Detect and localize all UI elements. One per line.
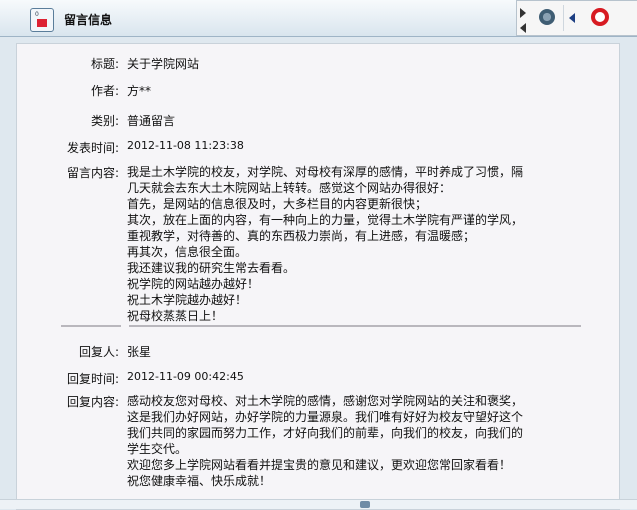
category-value: 普通留言 xyxy=(127,114,176,128)
reply-content: 感动校友您对母校、对土木学院的感情，感谢您对学院网站的关注和褒奖， 这是我们办好… xyxy=(127,393,523,489)
message-line: 再其次，信息很全面。 xyxy=(127,245,248,259)
back-icon[interactable] xyxy=(569,13,575,23)
replier-label: 回复人: xyxy=(78,345,119,359)
reply-line: 祝您健康幸福、快乐成就！ xyxy=(127,474,272,488)
message-line: 其次，放在上面的内容，有一种向上的力量，觉得土木学院有严谨的学风， xyxy=(127,213,524,227)
message-content: 我是土木学院的校友，对学院、对母校有深厚的感情，平时养成了习惯，隔 几天就会去东… xyxy=(127,164,523,324)
reply-line: 这是我们办好网站，办好学院的力量源泉。我们唯有好好为校友守望好这个 xyxy=(127,410,524,424)
message-line: 祝学院的网站越办越好！ xyxy=(127,277,260,291)
page-title: 留言信息 xyxy=(64,13,113,27)
post-time-label: 发表时间: xyxy=(66,141,119,155)
app-icon: 0 xyxy=(30,8,54,32)
author-value: 方** xyxy=(127,84,152,98)
message-line: 我是土木学院的校友，对学院、对母校有深厚的感情，平时养成了习惯，隔 xyxy=(127,165,524,179)
lifebuoy-icon[interactable] xyxy=(591,8,609,26)
author-label: 作者: xyxy=(90,84,119,98)
section-divider-right xyxy=(129,325,581,327)
toolbar-separator xyxy=(563,5,564,31)
play-icon[interactable] xyxy=(520,8,526,18)
reply-line: 学生交代。 xyxy=(127,442,188,456)
message-line: 几天就会去东大土木院网站上转转。感觉这个网站办得很好： xyxy=(127,181,452,195)
message-content-label: 留言内容: xyxy=(66,166,119,180)
replier-value: 张星 xyxy=(127,345,152,359)
message-line: 祝土木学院越办越好！ xyxy=(127,293,248,307)
reply-line: 欢迎您多上学院网站看看并提宝贵的意见和建议，更欢迎您常回家看看！ xyxy=(127,458,512,472)
subject-label: 标题: xyxy=(90,57,119,71)
reply-content-label: 回复内容: xyxy=(66,395,119,409)
message-line: 祝母校蒸蒸日上！ xyxy=(127,309,224,323)
window-title-bar: 0 留言信息 xyxy=(0,0,637,37)
post-time-value: 2012-11-08 11:23:38 xyxy=(127,139,244,152)
reply-line: 感动校友您对母校、对土木学院的感情，感谢您对学院网站的关注和褒奖， xyxy=(127,394,524,408)
section-divider-left xyxy=(61,325,121,327)
reply-time-label: 回复时间: xyxy=(66,372,119,386)
gear-icon[interactable] xyxy=(539,9,555,25)
category-label: 类别: xyxy=(90,114,119,128)
previous-icon[interactable] xyxy=(520,23,526,33)
scrollbar-thumb[interactable] xyxy=(360,501,370,508)
reply-line: 我们共同的家园而努力工作，才好向我们的前辈，向我们的校友，向我们的 xyxy=(127,426,524,440)
message-line: 重视教学，对待善的、真的东西极力崇尚，有上进感，有温暖感； xyxy=(127,229,476,243)
message-line: 首先，是网站的信息很及时，大多栏目的内容更新很快； xyxy=(127,197,428,211)
message-card: 标题: 关于学院网站 作者: 方** 类别: 普通留言 发表时间: 2012-1… xyxy=(16,43,620,510)
message-line: 我还建议我的研究生常去看看。 xyxy=(127,261,296,275)
subject-value: 关于学院网站 xyxy=(127,57,200,71)
toolbar xyxy=(516,0,637,36)
reply-time-value: 2012-11-09 00:42:45 xyxy=(127,370,244,383)
